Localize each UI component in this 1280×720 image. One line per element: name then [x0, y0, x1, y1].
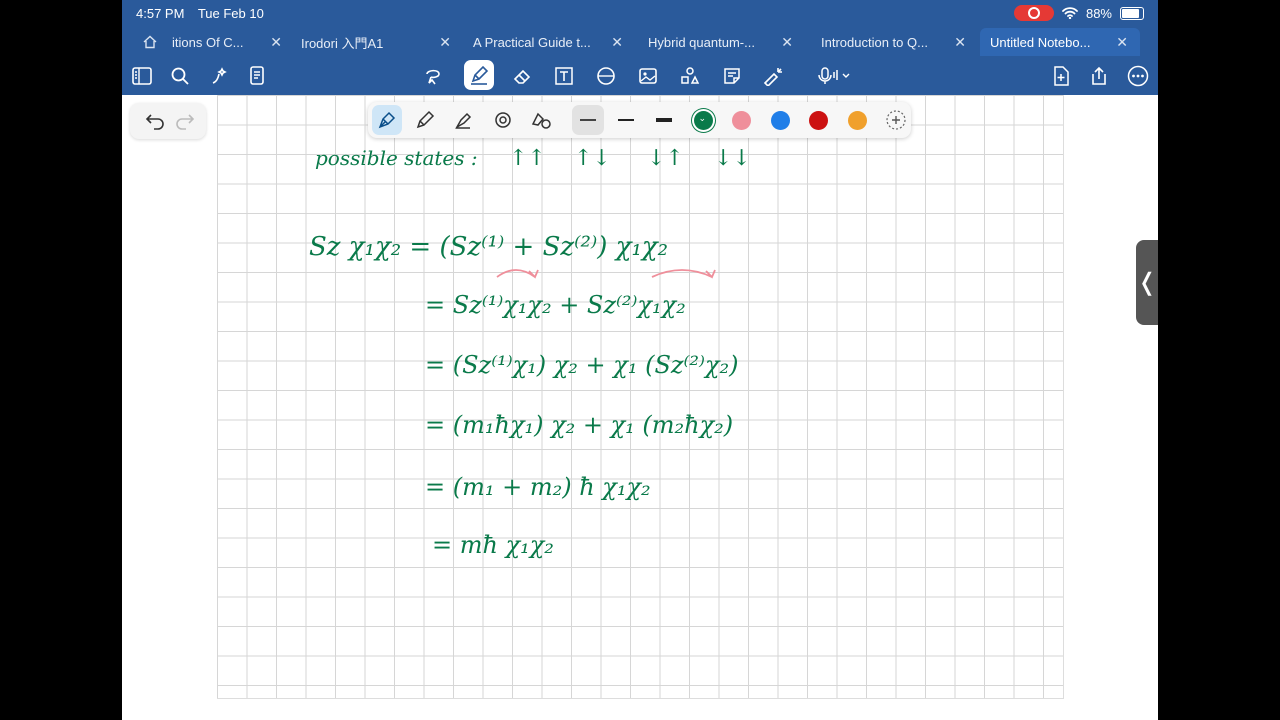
color-dot-orange [847, 110, 867, 130]
laser-pointer-icon[interactable] [760, 62, 788, 90]
tab-5[interactable]: Introduction to Q... ✕ [821, 28, 966, 56]
pen-settings-icon[interactable] [526, 105, 556, 135]
ink-line-3: ↓↑ [647, 146, 684, 171]
tab-3[interactable]: A Practical Guide t... ✕ [473, 28, 623, 56]
ink-line-9: = (m₁ + m₂) ħ χ₁χ₂ [425, 473, 651, 501]
undo-icon[interactable] [145, 112, 165, 130]
ink-line-5: Sz χ₁χ₂ = (Sz⁽¹⁾ + Sz⁽²⁾) χ₁χ₂ [309, 232, 668, 262]
status-date: Tue Feb 10 [197, 6, 264, 21]
color-dot-red [808, 110, 828, 130]
color-swatch-blue[interactable] [765, 105, 795, 135]
fountain-pen-icon[interactable] [372, 105, 402, 135]
wifi-icon [1062, 7, 1078, 19]
ball-pen-icon[interactable] [410, 105, 440, 135]
close-tab-icon[interactable]: ✕ [611, 34, 623, 51]
add-color-icon[interactable] [881, 105, 911, 135]
tab-1[interactable]: itions Of C... ✕ [142, 28, 282, 56]
add-page-icon[interactable] [1047, 62, 1075, 90]
tab-6-active[interactable]: Untitled Notebo... ✕ [980, 28, 1140, 56]
side-panel-handle[interactable]: ❬ [1136, 240, 1158, 325]
ink-line-0: possible states : [315, 146, 478, 170]
tab-label: Untitled Notebo... [990, 34, 1091, 50]
status-time: 4:57 PM [136, 6, 185, 21]
image-icon[interactable] [634, 62, 662, 90]
tab-label: A Practical Guide t... [473, 34, 591, 50]
notes-app-window: 4:57 PM Tue Feb 10 88% itions Of C... ✕ … [122, 0, 1158, 720]
lasso-tool-icon[interactable] [419, 62, 447, 90]
ink-line-7: = (Sz⁽¹⁾χ₁) χ₂ + χ₁ (Sz⁽²⁾χ₂) [425, 351, 738, 379]
color-swatch-green[interactable]: ⌄ [688, 105, 718, 135]
sidebar-toggle-icon[interactable] [128, 62, 156, 90]
thickness-thick[interactable] [649, 105, 679, 135]
battery-icon [1120, 6, 1144, 20]
brush-pen-icon[interactable] [449, 105, 479, 135]
document-list-icon[interactable] [244, 62, 272, 90]
tab-4[interactable]: Hybrid quantum-... ✕ [648, 28, 793, 56]
ink-line-6: = Sz⁽¹⁾χ₁χ₂ + Sz⁽²⁾χ₁χ₂ [425, 291, 686, 319]
note-canvas[interactable]: possible states : ↑↑ ↑↓ ↓↑ ↓↓ Sz χ₁χ₂ = (Sz⁽¹… [122, 95, 1158, 720]
redo-icon[interactable] [175, 112, 195, 130]
tab-label: Hybrid quantum-... [648, 34, 755, 50]
grid-page[interactable]: possible states : ↑↑ ↑↓ ↓↑ ↓↓ Sz χ₁χ₂ = (Sz⁽¹… [217, 95, 1064, 699]
more-options-icon[interactable] [1124, 62, 1152, 90]
ink-line-1: ↑↑ [509, 146, 546, 171]
color-dot-blue [770, 110, 790, 130]
share-icon[interactable] [1085, 62, 1113, 90]
shape-recognition-icon[interactable] [488, 105, 518, 135]
pen-options-bar: ⌄ [368, 102, 911, 138]
tab-label: itions Of C... [172, 34, 244, 50]
home-icon[interactable] [142, 34, 158, 50]
battery-percent: 88% [1085, 5, 1112, 21]
tab-2[interactable]: Irodori 入門A1 ✕ [301, 28, 451, 56]
close-tab-icon[interactable]: ✕ [954, 34, 966, 51]
close-tab-icon[interactable]: ✕ [781, 34, 793, 51]
ink-line-2: ↑↓ [574, 146, 611, 171]
ink-line-10: = mħ χ₁χ₂ [432, 531, 554, 559]
ink-line-4: ↓↓ [714, 146, 751, 171]
status-bar-right: 88% [1013, 5, 1144, 21]
main-toolbar [122, 60, 1158, 92]
top-bar: 4:57 PM Tue Feb 10 88% itions Of C... ✕ … [122, 0, 1158, 95]
stylus-cursor-icon [1133, 697, 1153, 714]
color-swatch-pink[interactable] [726, 105, 756, 135]
pink-arrow-1 [651, 269, 716, 279]
pink-arrow-0 [496, 269, 539, 279]
text-box-icon[interactable] [550, 62, 578, 90]
color-swatch-red[interactable] [803, 105, 833, 135]
status-bar-left: 4:57 PM Tue Feb 10 [136, 6, 274, 21]
color-swatch-orange[interactable] [842, 105, 872, 135]
ai-sparkle-icon[interactable] [206, 62, 234, 90]
search-icon[interactable] [166, 62, 194, 90]
color-dot-pink [731, 110, 751, 130]
color-dot-green: ⌄ [693, 110, 713, 130]
sticky-note-icon[interactable] [718, 62, 746, 90]
pen-tool-icon[interactable] [464, 60, 494, 90]
close-tab-icon[interactable]: ✕ [1116, 34, 1128, 51]
thickness-thin[interactable] [572, 105, 604, 135]
close-tab-icon[interactable]: ✕ [439, 34, 451, 51]
microphone-icon[interactable] [814, 62, 854, 90]
thickness-medium[interactable] [611, 105, 641, 135]
tab-label: Irodori 入門A1 [301, 35, 384, 51]
screen-record-icon[interactable] [1013, 5, 1054, 21]
ink-line-8: = (m₁ħχ₁) χ₂ + χ₁ (m₂ħχ₂) [425, 411, 733, 439]
eraser-icon[interactable] [508, 62, 536, 90]
tab-label: Introduction to Q... [821, 34, 928, 50]
undo-redo-group [130, 103, 206, 139]
tab-bar: itions Of C... ✕ Irodori 入門A1 ✕ A Practi… [122, 28, 1158, 56]
elements-icon[interactable] [676, 62, 704, 90]
shapes-icon[interactable] [592, 62, 620, 90]
handwritten-ink-layer: possible states : ↑↑ ↑↓ ↓↑ ↓↓ Sz χ₁χ₂ = (Sz⁽¹… [309, 146, 751, 559]
close-tab-icon[interactable]: ✕ [270, 34, 282, 51]
